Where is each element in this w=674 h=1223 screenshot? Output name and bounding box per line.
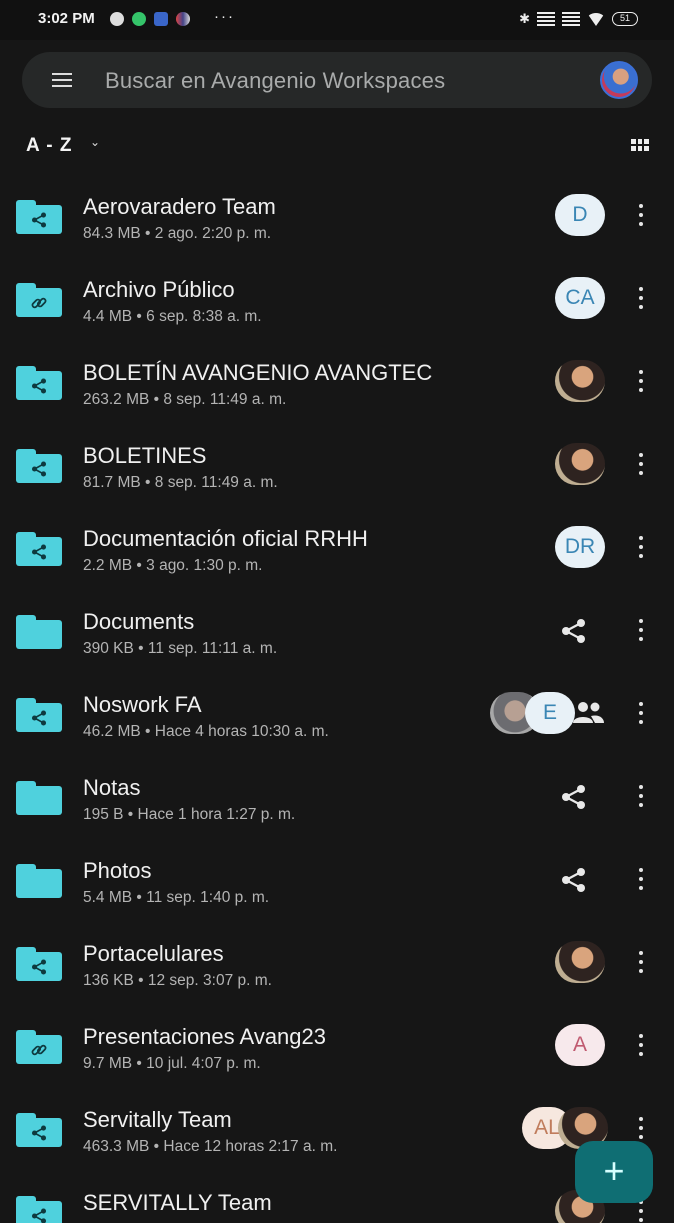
folder-meta: 9.7 MB • 10 jul. 4:07 p. m. <box>83 1055 261 1072</box>
folder-name: BOLETINES <box>83 443 207 468</box>
folder-meta: 4.4 MB • 6 sep. 8:38 a. m. <box>83 308 262 325</box>
member-avatar <box>555 443 605 485</box>
status-bar: 3:02 PM ··· ✱ 51 <box>0 0 674 40</box>
shared-folder-icon <box>16 200 62 234</box>
folder-meta: 390 KB • 11 sep. 11:11 a. m. <box>83 640 278 657</box>
account-avatar[interactable] <box>600 61 638 99</box>
folder-meta: 136 KB • 12 sep. 3:07 p. m. <box>83 972 272 989</box>
wifi-icon <box>587 12 605 26</box>
more-options-icon[interactable] <box>636 370 646 392</box>
share-icon[interactable] <box>560 617 588 645</box>
member-avatar <box>555 360 605 402</box>
folder-meta: 463.3 MB • Hace 12 horas 2:17 a. m. <box>83 1138 338 1155</box>
signal-icon <box>537 12 555 26</box>
signal-icon <box>562 12 580 26</box>
more-options-icon[interactable] <box>636 951 646 973</box>
more-options-icon[interactable] <box>636 785 646 807</box>
folder-name: Servitally Team <box>83 1107 232 1132</box>
folder-row[interactable]: Documents 390 KB • 11 sep. 11:11 a. m. <box>0 587 674 670</box>
folder-meta: 84.3 MB • 2 ago. 2:20 p. m. <box>83 225 272 242</box>
grid-view-icon[interactable] <box>631 139 649 151</box>
more-notifications-icon: ··· <box>214 8 235 25</box>
more-options-icon[interactable] <box>636 287 646 309</box>
folder-row[interactable]: Noswork FA 46.2 MB • Hace 4 horas 10:30 a… <box>0 670 674 753</box>
member-avatar: DR <box>555 526 605 568</box>
link-folder-icon <box>16 1030 62 1064</box>
member-avatar: E <box>525 692 575 734</box>
folder-icon <box>16 615 62 649</box>
member-avatar: A <box>555 1024 605 1066</box>
folder-row[interactable]: Servitally Team 463.3 MB • Hace 12 horas … <box>0 1085 674 1168</box>
folder-row[interactable]: Photos 5.4 MB • 11 sep. 1:40 p. m. <box>0 836 674 919</box>
folder-row[interactable]: Documentación oficial RRHH 2.2 MB • 3 ago… <box>0 504 674 587</box>
shared-folder-icon <box>16 947 62 981</box>
folder-row[interactable]: Presentaciones Avang23 9.7 MB • 10 jul. 4… <box>0 1002 674 1085</box>
shared-folder-icon <box>16 366 62 400</box>
folder-meta: 5.4 MB • 11 sep. 1:40 p. m. <box>83 889 270 906</box>
notification-app-icon <box>176 12 190 26</box>
shared-folder-icon <box>16 1113 62 1147</box>
notification-app-icon <box>110 12 124 26</box>
more-options-icon[interactable] <box>636 1117 646 1139</box>
shared-folder-icon <box>16 1196 62 1223</box>
folder-row[interactable]: BOLETÍN AVANGENIO AVANGTEC 263.2 MB • 8 s… <box>0 338 674 421</box>
more-options-icon[interactable] <box>636 204 646 226</box>
search-bar[interactable]: Buscar en Avangenio Workspaces <box>22 52 652 108</box>
link-folder-icon <box>16 283 62 317</box>
share-icon[interactable] <box>560 783 588 811</box>
folder-meta: 2.2 MB • 3 ago. 1:30 p. m. <box>83 557 263 574</box>
folder-meta: 263.2 MB • 8 sep. 11:49 a. m. <box>83 391 287 408</box>
search-input[interactable]: Buscar en Avangenio Workspaces <box>105 68 445 94</box>
folder-row[interactable]: BOLETINES 81.7 MB • 8 sep. 11:49 a. m. <box>0 421 674 504</box>
folder-name: Archivo Público <box>83 277 235 302</box>
folder-meta: 81.7 MB • 8 sep. 11:49 a. m. <box>83 474 278 491</box>
folder-name: Documentación oficial RRHH <box>83 526 368 551</box>
folder-name: Portacelulares <box>83 941 224 966</box>
messenger-icon <box>154 12 168 26</box>
folder-name: Noswork FA <box>83 692 202 717</box>
folder-name: BOLETÍN AVANGENIO AVANGTEC <box>83 360 433 385</box>
more-options-icon[interactable] <box>636 1034 646 1056</box>
more-options-icon[interactable] <box>636 453 646 475</box>
status-time: 3:02 PM <box>38 10 95 27</box>
shared-folder-icon <box>16 532 62 566</box>
folder-name: SERVITALLY Team <box>83 1190 272 1215</box>
sort-button[interactable]: A - Z <box>26 135 73 157</box>
notification-icons <box>110 12 190 26</box>
menu-icon[interactable] <box>52 73 72 87</box>
folder-row[interactable]: Archivo Público 4.4 MB • 6 sep. 8:38 a. m… <box>0 255 674 338</box>
folder-name: Aerovaradero Team <box>83 194 276 219</box>
chevron-down-icon[interactable]: ⌄ <box>90 135 100 149</box>
folder-meta: 195 B • Hace 1 hora 1:27 p. m. <box>83 806 296 823</box>
more-options-icon[interactable] <box>636 536 646 558</box>
more-options-icon[interactable] <box>636 1200 646 1222</box>
share-icon[interactable] <box>560 866 588 894</box>
folder-name: Notas <box>83 775 141 800</box>
more-options-icon[interactable] <box>636 702 646 724</box>
new-button[interactable]: + <box>575 1141 653 1203</box>
folder-icon <box>16 864 62 898</box>
folder-icon <box>16 781 62 815</box>
more-options-icon[interactable] <box>636 868 646 890</box>
member-avatar <box>555 941 605 983</box>
folder-meta: 46.2 MB • Hace 4 horas 10:30 a. m. <box>83 723 329 740</box>
folder-row[interactable]: Notas 195 B • Hace 1 hora 1:27 p. m. <box>0 753 674 836</box>
folder-name: Photos <box>83 858 152 883</box>
folder-row[interactable]: Portacelulares 136 KB • 12 sep. 3:07 p. m… <box>0 919 674 1002</box>
battery-icon: 51 <box>612 12 638 26</box>
whatsapp-icon <box>132 12 146 26</box>
shared-folder-icon <box>16 698 62 732</box>
bluetooth-icon: ✱ <box>519 11 530 26</box>
shared-folder-icon <box>16 449 62 483</box>
people-icon <box>571 700 605 724</box>
member-avatar: CA <box>555 277 605 319</box>
folder-row[interactable]: SERVITALLY Team <box>0 1168 674 1223</box>
system-icons: ✱ 51 <box>519 11 638 27</box>
folder-name: Presentaciones Avang23 <box>83 1024 326 1049</box>
folder-row[interactable]: Aerovaradero Team 84.3 MB • 2 ago. 2:20 p… <box>0 172 674 255</box>
folder-name: Documents <box>83 609 195 634</box>
more-options-icon[interactable] <box>636 619 646 641</box>
member-avatar: D <box>555 194 605 236</box>
